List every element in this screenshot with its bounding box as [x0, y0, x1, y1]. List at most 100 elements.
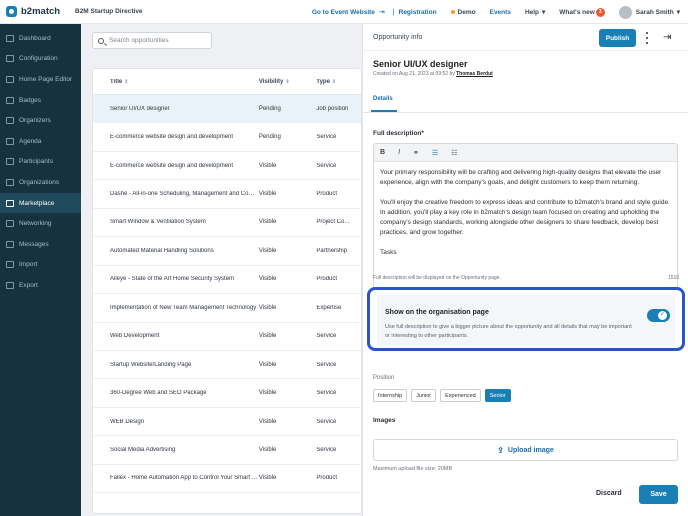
sidebar-item-messages[interactable]: Messages: [0, 234, 81, 255]
tab-details[interactable]: Details: [373, 96, 393, 102]
link-icon[interactable]: ⚭: [413, 149, 419, 157]
table-row[interactable]: Dashe - All-in-one Scheduling, Managemen…: [93, 180, 361, 209]
table-row[interactable]: Social Media Advertising Visible Service: [93, 436, 361, 465]
cell-type: Service: [316, 162, 337, 169]
cell-visibility: Pending: [258, 105, 281, 112]
table-row[interactable]: E-commerce website design and developmen…: [93, 123, 361, 152]
avatar[interactable]: [618, 5, 632, 19]
demo-menu[interactable]: Demo: [450, 9, 476, 16]
column-visibility[interactable]: Visibility ⇕: [259, 79, 317, 85]
registration-link[interactable]: Registration: [399, 9, 437, 16]
search-input[interactable]: Search opportunities: [92, 32, 212, 49]
editor-content[interactable]: Your primary responsibility will be craf…: [374, 162, 677, 274]
sidebar-item-label: Networking: [19, 220, 52, 228]
table-row[interactable]: Fallex - Home Automation App to Control …: [93, 465, 361, 494]
cell-visibility: Visible: [258, 191, 277, 198]
bullet-list-icon[interactable]: ☰: [432, 149, 438, 157]
users-icon: [6, 158, 14, 166]
table-row[interactable]: Senior UI/UX designer Pending Job position: [93, 95, 361, 124]
goto-event-link[interactable]: Go to Event Website: [312, 9, 375, 16]
cell-type: Expertise: [316, 304, 342, 311]
cell-visibility: Visible: [258, 304, 277, 311]
sidebar-item-marketplace[interactable]: Marketplace: [0, 192, 81, 214]
position-chip-experienced[interactable]: Experienced: [440, 389, 481, 402]
cell-visibility: Visible: [258, 390, 277, 397]
position-chip-junior[interactable]: Junior: [411, 389, 437, 402]
position-chip-senior[interactable]: Senior: [484, 389, 511, 402]
sidebar-item-home-page-editor[interactable]: Home Page Editor: [0, 69, 81, 90]
table-row[interactable]: Implementation of New Team Management Te…: [93, 294, 361, 323]
sidebar-item-networking[interactable]: Networking: [0, 213, 81, 234]
cell-visibility: Pending: [258, 134, 281, 141]
table-row[interactable]: Alleye - State of the Art Home Security …: [93, 266, 361, 295]
cell-title: Automated Material Handling Solutions: [110, 247, 214, 254]
search-icon: [98, 37, 104, 44]
user-menu[interactable]: Sarah Smith ▾: [636, 8, 680, 17]
position-chip-internship[interactable]: Internship: [373, 389, 408, 402]
events-link[interactable]: Events: [490, 9, 511, 16]
sidebar-item-label: Messages: [19, 240, 49, 248]
cell-title: Senior UI/UX designer: [110, 105, 170, 112]
description-editor[interactable]: B I ⚭ ☰ ☷ Your primary responsibility wi…: [373, 143, 678, 295]
opportunities-list: Search opportunities Title ⇕ Visibility ⇕ …: [81, 24, 362, 516]
numbered-list-icon[interactable]: ☷: [451, 149, 457, 157]
author-link[interactable]: Thomas Berdut: [456, 71, 493, 77]
table-row[interactable]: Smart Window & Ventilation System Visible…: [93, 209, 361, 238]
sidebar-item-label: Import: [19, 261, 38, 269]
show-on-org-page-toggle[interactable]: ✓: [647, 309, 670, 322]
sidebar-item-participants[interactable]: Participants: [0, 152, 81, 173]
sidebar-item-organizations[interactable]: Organizations: [0, 172, 81, 193]
sidebar-item-label: Organizers: [19, 117, 51, 125]
table-row[interactable]: WEB Design Visible Service: [93, 408, 361, 437]
cell-title: Implementation of New Team Management Te…: [110, 304, 257, 311]
cell-title: Web Development: [110, 333, 160, 340]
brand-name: b2match: [21, 6, 61, 17]
italic-icon[interactable]: I: [398, 149, 400, 156]
sidebar-item-badges[interactable]: Badges: [0, 90, 81, 111]
position-options: Internship Junior Experienced Senior: [373, 389, 511, 402]
sidebar-item-import[interactable]: Import: [0, 255, 81, 276]
table-row[interactable]: Automated Material Handling Solutions Vis…: [93, 237, 361, 266]
publish-button[interactable]: Publish: [599, 29, 636, 47]
panel-header: Opportunity info: [363, 24, 688, 51]
brand-logo[interactable]: b2match: [0, 0, 81, 24]
gear-icon: [6, 55, 14, 63]
whats-new-button[interactable]: What's new 3: [559, 7, 605, 17]
cell-type: Partnership: [316, 247, 348, 254]
cell-visibility: Visible: [258, 418, 277, 425]
cell-type: Product: [316, 276, 338, 283]
status-dot-icon: [450, 10, 455, 14]
opportunity-title: Senior UI/UX designer: [373, 59, 468, 69]
search-placeholder: Search opportunities: [109, 37, 169, 44]
table-row[interactable]: E-commerce website design and developmen…: [93, 152, 361, 181]
sidebar-item-agenda[interactable]: Agenda: [0, 131, 81, 152]
table-header: Title ⇕ Visibility ⇕ Type ⇕: [93, 69, 361, 95]
help-menu[interactable]: Help ▾: [525, 8, 545, 17]
cell-title: Social Media Advertising: [110, 446, 176, 453]
more-options-icon[interactable]: [644, 32, 650, 44]
discard-button[interactable]: Discard: [596, 490, 622, 497]
collapse-panel-icon[interactable]: ⇥: [663, 32, 675, 43]
show-on-org-page-card: Show on the organisation page Use full d…: [367, 287, 685, 351]
cell-visibility: Visible: [258, 333, 277, 340]
cell-visibility: Visible: [258, 361, 277, 368]
upload-image-button[interactable]: ⇪ Upload image: [373, 439, 678, 461]
position-label: Position: [373, 375, 395, 381]
table-row[interactable]: 360-Degree Web and SEO Package Visible Ser…: [93, 379, 361, 408]
top-bar: b2match B2M Startup Directive Go to Even…: [0, 0, 688, 24]
column-type[interactable]: Type ⇕: [316, 79, 361, 85]
cell-visibility: Visible: [258, 247, 277, 254]
sidebar-item-dashboard[interactable]: Dashboard: [0, 28, 81, 49]
sidebar-item-organizers[interactable]: Organizers: [0, 110, 81, 131]
save-button[interactable]: Save: [639, 485, 678, 504]
sidebar: Dashboard Configuration Home Page Editor Ba…: [0, 24, 81, 516]
column-title[interactable]: Title ⇕: [93, 79, 259, 85]
sidebar-item-configuration[interactable]: Configuration: [0, 49, 81, 70]
bold-icon[interactable]: B: [380, 149, 385, 156]
table-row[interactable]: Web Development Visible Service: [93, 323, 361, 351]
cell-title: Startup Website/Landing Page: [110, 361, 192, 368]
sidebar-item-export[interactable]: Export: [0, 275, 81, 296]
max-file-size-note: Maximum upload file size: 20MB: [373, 466, 453, 472]
store-icon: [6, 199, 14, 207]
table-row[interactable]: Startup Website/Landing Page Visible Servi…: [93, 351, 361, 380]
